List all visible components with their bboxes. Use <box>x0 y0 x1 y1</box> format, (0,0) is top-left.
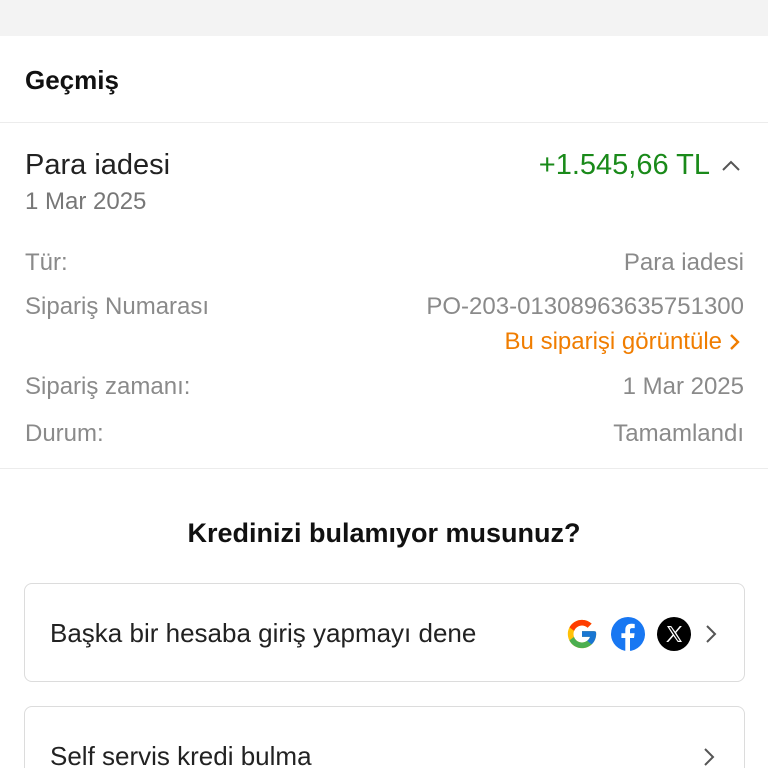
chevron-right-icon <box>704 748 715 766</box>
try-other-account-button[interactable]: Başka bir hesaba giriş yapmayı dene <box>24 583 745 682</box>
time-value: 1 Mar 2025 <box>622 373 744 400</box>
help-title: Kredinizi bulamıyor musunuz? <box>187 518 581 548</box>
x-icon <box>656 616 692 652</box>
detail-row-type: Tür: Para iadesi <box>25 249 744 277</box>
top-strip <box>0 0 768 36</box>
detail-row-order: Sipariş Numarası PO-203-0130896363575130… <box>25 293 744 321</box>
facebook-icon <box>610 616 646 652</box>
transaction-toggle[interactable]: +1.545,66 TL <box>539 149 742 182</box>
detail-row-time: Sipariş zamanı: 1 Mar 2025 <box>25 373 744 401</box>
transaction-date: 1 Mar 2025 <box>25 188 147 215</box>
chevron-up-icon[interactable] <box>720 155 742 177</box>
transaction-card: Para iadesi 1 Mar 2025 +1.545,66 TL Tür:… <box>0 123 768 469</box>
chevron-right-icon <box>706 625 717 643</box>
time-label: Sipariş zamanı: <box>25 373 191 400</box>
social-icons <box>564 616 720 652</box>
transaction-amount: +1.545,66 TL <box>538 149 710 181</box>
detail-row-status: Durum: Tamamlandı <box>25 420 744 448</box>
order-number-value: PO-203-01308963635751300 <box>426 293 744 320</box>
type-value: Para iadesi <box>623 249 744 276</box>
status-label: Durum: <box>25 420 104 447</box>
history-header: Geçmiş <box>0 36 768 123</box>
status-value: Tamamlandı <box>613 420 744 447</box>
view-order-link[interactable]: Bu siparişi görüntüle <box>505 328 742 356</box>
self-service-label: Self servis kredi bulma <box>50 741 312 768</box>
type-label: Tür: <box>25 249 68 276</box>
try-other-account-label: Başka bir hesaba giriş yapmayı dene <box>50 618 477 648</box>
google-icon <box>564 616 600 652</box>
view-order-label: Bu siparişi görüntüle <box>504 328 722 355</box>
self-service-credit-button[interactable]: Self servis kredi bulma <box>24 706 745 768</box>
order-label: Sipariş Numarası <box>25 293 210 320</box>
page-title: Geçmiş <box>25 65 119 95</box>
chevron-right-icon <box>730 334 740 350</box>
transaction-title: Para iadesi <box>25 149 171 181</box>
